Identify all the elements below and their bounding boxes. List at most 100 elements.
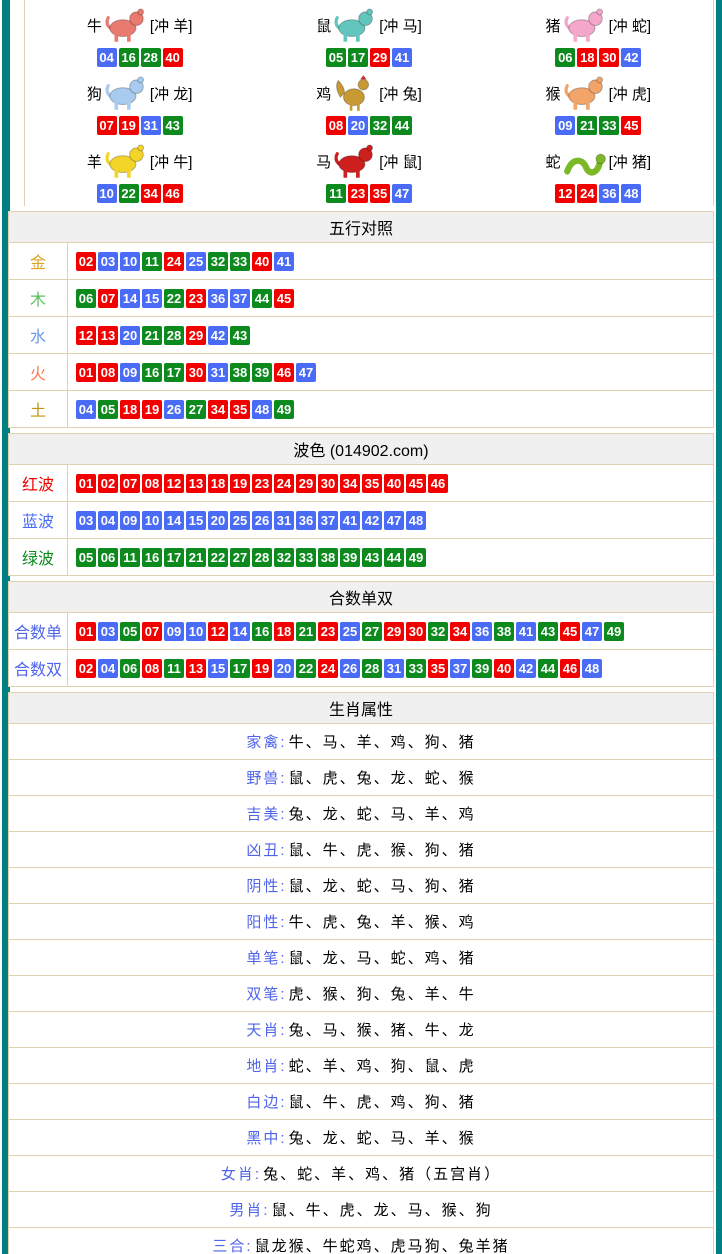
number-ball: 24 [274,474,294,493]
zodiac-numbers: 11233547 [254,184,483,204]
zodiac-numbers: 05172941 [254,48,483,68]
number-ball: 21 [142,326,162,345]
number-ball: 48 [406,511,426,530]
number-ball: 40 [163,48,183,67]
wave-row-numbers: 05061116172122272832333839434449 [68,539,714,576]
number-ball: 39 [340,548,360,567]
number-ball: 03 [98,622,118,641]
zodiac-attributes-table: 生肖属性 家禽:牛、马、羊、鸡、狗、猪野兽:鼠、虎、兔、龙、蛇、猴吉美:兔、龙、… [8,692,714,1254]
number-ball: 25 [186,252,206,271]
number-ball: 45 [621,116,641,135]
number-ball: 28 [252,548,272,567]
attribute-cell: 野兽:鼠、虎、兔、龙、蛇、猴 [9,760,714,796]
number-ball: 31 [208,363,228,382]
number-ball: 31 [384,659,404,678]
number-ball: 10 [142,511,162,530]
number-ball: 07 [98,289,118,308]
number-ball: 14 [230,622,250,641]
zodiac-cell: 牛[冲 羊]04162840 [25,2,254,70]
number-ball: 23 [252,474,272,493]
number-ball: 12 [76,326,96,345]
number-ball: 11 [120,548,140,567]
number-ball: 10 [120,252,140,271]
number-ball: 12 [208,622,228,641]
snake-image [562,142,608,180]
number-ball: 34 [450,622,470,641]
element-row-numbers: 02031011242532334041 [68,243,714,280]
number-ball: 47 [296,363,316,382]
number-ball: 18 [120,400,140,419]
clash-label: [冲 虎] [609,83,652,104]
zodiac-name-line: 鸡[冲 兔] [254,70,483,116]
number-ball: 15 [186,511,206,530]
zodiac-animal-name: 蛇 [546,151,561,172]
number-ball: 37 [230,289,250,308]
zodiac-numbers: 09213345 [484,116,713,136]
number-ball: 34 [208,400,228,419]
attribute-row: 家禽:牛、马、羊、鸡、狗、猪 [9,724,714,760]
clash-label: [冲 马] [379,15,422,36]
number-ball: 37 [318,511,338,530]
number-ball: 23 [348,184,368,203]
number-ball: 04 [98,511,118,530]
element-row-numbers: 0108091617303138394647 [68,354,714,391]
number-ball: 38 [230,363,250,382]
clash-label: [冲 牛] [150,151,193,172]
attribute-row: 单笔:鼠、龙、马、蛇、鸡、猪 [9,940,714,976]
content-area: 牛[冲 羊]04162840鼠[冲 马]05172941猪[冲 蛇]061830… [8,0,716,1254]
number-ball: 35 [230,400,250,419]
attribute-row: 地肖:蛇、羊、鸡、狗、鼠、虎 [9,1048,714,1084]
number-ball: 17 [164,363,184,382]
number-ball: 29 [370,48,390,67]
attribute-row: 三合:鼠龙猴、牛蛇鸡、虎马狗、兔羊猪 [9,1228,714,1254]
number-ball: 28 [362,659,382,678]
number-ball: 47 [384,511,404,530]
number-ball: 22 [296,659,316,678]
number-ball: 20 [208,511,228,530]
number-ball: 32 [274,548,294,567]
attribute-value: 鼠、牛、虎、鸡、狗、猪 [289,1094,476,1111]
zodiac-cell: 鼠 [冲 马] 05172941 [254,2,483,70]
dog-image [103,74,149,112]
zodiac-animal-name: 鼠 [316,15,331,36]
wave-row-numbers: 0102070812131819232429303435404546 [68,465,714,502]
digit-sum-row: 合数单0103050709101214161821232527293032343… [9,613,714,650]
number-ball: 44 [392,116,412,135]
number-ball: 19 [142,400,162,419]
number-ball: 40 [494,659,514,678]
attribute-label: 女肖: [221,1166,261,1183]
attribute-value: 兔、龙、蛇、马、羊、猴 [289,1130,476,1147]
number-ball: 10 [97,184,117,203]
number-ball: 42 [516,659,536,678]
clash-label: [冲 兔] [379,83,422,104]
wave-color-title: 波色 (014902.com) [9,434,714,465]
element-row-numbers: 04051819262734354849 [68,391,714,428]
number-ball: 09 [555,116,575,135]
number-ball: 46 [428,474,448,493]
number-ball: 30 [406,622,426,641]
element-row-label: 火 [9,354,68,391]
clash-label: [冲 猪] [609,151,652,172]
number-ball: 06 [76,289,96,308]
element-row-label: 木 [9,280,68,317]
number-ball: 43 [362,548,382,567]
number-ball: 38 [318,548,338,567]
number-ball: 44 [252,289,272,308]
number-ball: 31 [141,116,161,135]
number-ball: 15 [142,289,162,308]
number-ball: 29 [296,474,316,493]
attribute-value: 牛、虎、兔、羊、猴、鸡 [289,914,476,931]
attribute-label: 阳性: [246,914,286,931]
attribute-value: 鼠、龙、蛇、马、狗、猪 [289,878,476,895]
zodiac-numbers: 08203244 [254,116,483,136]
number-ball: 32 [428,622,448,641]
attribute-label: 男肖: [229,1202,269,1219]
number-ball: 06 [98,548,118,567]
number-ball: 21 [186,548,206,567]
number-ball: 13 [98,326,118,345]
number-ball: 11 [142,252,162,271]
number-ball: 19 [119,116,139,135]
number-ball: 49 [406,548,426,567]
zodiac-cell: 鸡[冲 兔]08203244 [254,70,483,138]
number-ball: 13 [186,474,206,493]
